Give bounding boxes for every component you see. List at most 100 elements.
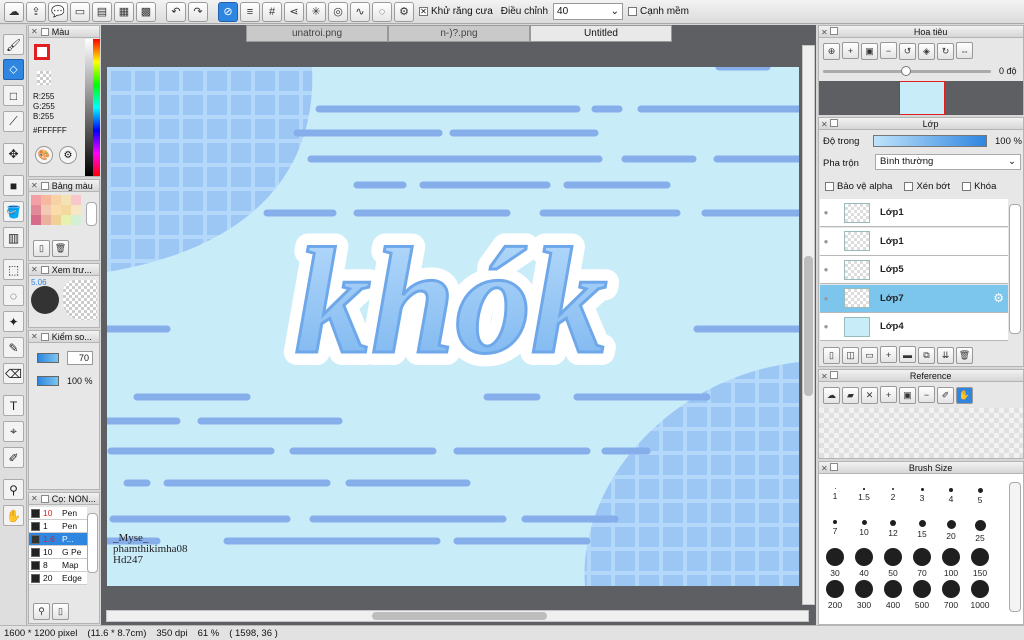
new-swatch-icon[interactable]: ▯ bbox=[33, 240, 50, 257]
zoom-in-icon[interactable]: + bbox=[842, 42, 859, 59]
rectangle-tool-icon[interactable]: □ bbox=[3, 85, 24, 106]
monitor-icon[interactable]: ▭ bbox=[70, 1, 90, 22]
brush-size-option[interactable]: 1.5 bbox=[852, 488, 876, 502]
visibility-dot-icon[interactable]: ● bbox=[820, 265, 832, 274]
layer-row[interactable]: ● Lớp4 bbox=[820, 313, 1008, 342]
snap-ellipse-icon[interactable]: ◌ bbox=[372, 1, 392, 22]
duplicate-layer-icon[interactable]: ⧉ bbox=[918, 346, 935, 364]
eyedropper-tool-icon[interactable]: ✐ bbox=[3, 447, 24, 468]
line-tool-icon[interactable]: ⟋ bbox=[3, 111, 24, 132]
color-swatch[interactable] bbox=[71, 205, 81, 215]
chat-icon[interactable]: 💬 bbox=[48, 1, 68, 22]
layer-settings-gear-icon[interactable]: ⚙ bbox=[993, 291, 1004, 305]
brush-list-item[interactable]: 10 Pen bbox=[29, 507, 87, 520]
swatch-scrollbar[interactable] bbox=[86, 202, 97, 226]
brush-size-option[interactable]: 1 bbox=[823, 488, 847, 501]
blend-mode-dropdown[interactable]: Bình thường ⌄ bbox=[875, 154, 1021, 170]
snap-circle-icon[interactable]: ◎ bbox=[328, 1, 348, 22]
visibility-dot-icon[interactable]: ● bbox=[820, 322, 832, 331]
close-icon[interactable]: ✕ bbox=[821, 372, 828, 381]
brush-size-option[interactable]: 400 bbox=[881, 580, 905, 610]
panel-toggle[interactable] bbox=[40, 332, 49, 341]
protect-alpha-checkbox[interactable]: Bảo vệ alpha bbox=[825, 181, 892, 192]
close-icon[interactable]: ✕ bbox=[31, 332, 38, 341]
brush-tool-icon[interactable]: 🖌 bbox=[3, 34, 24, 55]
close-icon[interactable]: ✕ bbox=[821, 28, 828, 37]
brush-size-option[interactable]: 25 bbox=[968, 520, 992, 543]
soft-edge-checkbox[interactable]: Cạnh mềm bbox=[628, 6, 689, 17]
transparent-color-swatch[interactable] bbox=[37, 71, 51, 85]
palette-icon[interactable]: 🎨 bbox=[35, 146, 53, 164]
brush-size-option[interactable]: 7 bbox=[823, 520, 847, 536]
reference-zoom-in-icon[interactable]: + bbox=[880, 386, 897, 403]
new-brush-icon[interactable]: ▯ bbox=[52, 603, 69, 620]
brush-list-item[interactable]: 1 Pen bbox=[29, 520, 87, 533]
color-swatch[interactable] bbox=[61, 215, 71, 225]
document-tab[interactable]: Untitled bbox=[530, 25, 672, 42]
pipette-tool-icon[interactable]: ⚲ bbox=[3, 479, 24, 500]
color-swatch[interactable] bbox=[41, 205, 51, 215]
gradient-tool-icon[interactable]: ▥ bbox=[3, 227, 24, 248]
panel-toggle[interactable] bbox=[40, 181, 49, 190]
close-icon[interactable]: ✕ bbox=[821, 120, 828, 129]
bucket-tool-icon[interactable]: 🪣 bbox=[3, 201, 24, 222]
reference-canvas[interactable] bbox=[819, 408, 1023, 458]
brush-size-option[interactable]: 5 bbox=[968, 488, 992, 505]
reference-hand-icon[interactable]: ✋ bbox=[956, 386, 973, 404]
visibility-dot-icon[interactable]: ● bbox=[820, 208, 832, 217]
panel-toggle[interactable] bbox=[830, 118, 839, 127]
brush-size-option[interactable]: 50 bbox=[881, 548, 905, 578]
reference-cloud-icon[interactable]: ☁ bbox=[823, 386, 840, 404]
zoom-actual-icon[interactable]: ▣ bbox=[861, 42, 878, 60]
palette-settings-icon[interactable]: ⚙ bbox=[59, 146, 77, 164]
grid-doc-icon[interactable]: ▦ bbox=[114, 1, 134, 22]
move-tool-icon[interactable]: ✥ bbox=[3, 143, 24, 164]
navigator-viewport[interactable] bbox=[899, 81, 945, 115]
panel-toggle[interactable] bbox=[830, 26, 839, 35]
brush-size-option[interactable]: 20 bbox=[939, 520, 963, 541]
delete-swatch-icon[interactable]: 🗑 bbox=[52, 240, 69, 257]
snap-settings-icon[interactable]: ⚙ bbox=[394, 1, 414, 22]
brush-size-option[interactable]: 3 bbox=[910, 488, 934, 503]
reference-eyedropper-icon[interactable]: ✐ bbox=[937, 386, 954, 404]
select-eraser-tool-icon[interactable]: ⌫ bbox=[3, 363, 24, 384]
adjust-dropdown[interactable]: 40 ⌄ bbox=[553, 3, 624, 20]
layer-row[interactable]: ● Lớp1 bbox=[820, 199, 1008, 227]
navigator-preview[interactable] bbox=[819, 81, 1023, 115]
layer-row[interactable]: ● Lớp7 ⚙ bbox=[820, 284, 1008, 313]
reference-open-icon[interactable]: ▰ bbox=[842, 386, 859, 404]
add-layer-menu-icon[interactable]: + bbox=[880, 346, 897, 363]
panel-toggle[interactable] bbox=[40, 265, 49, 274]
layers-grid-icon[interactable]: ▩ bbox=[136, 1, 156, 22]
panel-toggle[interactable] bbox=[40, 27, 49, 36]
brush-size-option[interactable]: 4 bbox=[939, 488, 963, 504]
lasso-tool-icon[interactable]: ◌ bbox=[3, 285, 24, 306]
export-icon[interactable]: ⇪ bbox=[26, 1, 46, 22]
color-swatch[interactable] bbox=[41, 215, 51, 225]
layer-row[interactable]: ● Lớp5 bbox=[820, 256, 1008, 285]
color-swatch[interactable] bbox=[41, 195, 51, 205]
size-input[interactable]: 70 bbox=[67, 351, 93, 365]
brush-list-item[interactable]: 20 Edge bbox=[29, 572, 87, 585]
flip-icon[interactable]: ⇔ bbox=[956, 42, 973, 59]
color-swatch[interactable] bbox=[51, 195, 61, 205]
zoom-fit-icon[interactable]: ⊕ bbox=[823, 42, 840, 60]
merge-layer-icon[interactable]: ⇊ bbox=[937, 346, 954, 364]
brush-size-option[interactable]: 100 bbox=[939, 548, 963, 578]
eraser-tool-icon[interactable]: ⬦ bbox=[3, 59, 24, 80]
rotate-left-icon[interactable]: ↺ bbox=[899, 42, 916, 60]
document-tab[interactable]: unatroi.png bbox=[246, 25, 388, 42]
divide-tool-icon[interactable]: ⌖ bbox=[3, 421, 24, 442]
size-slider[interactable] bbox=[37, 353, 59, 363]
close-icon[interactable]: ✕ bbox=[31, 27, 38, 36]
magic-wand-tool-icon[interactable]: ✦ bbox=[3, 311, 24, 332]
color-swatch[interactable] bbox=[71, 215, 81, 225]
swatch-grid[interactable] bbox=[31, 195, 83, 235]
snap-parallel-icon[interactable]: ≡ bbox=[240, 1, 260, 22]
snap-grid-icon[interactable]: # bbox=[262, 1, 282, 22]
brush-size-option[interactable]: 1000 bbox=[968, 580, 992, 610]
reference-close-icon[interactable]: ✕ bbox=[861, 386, 878, 404]
zoom-out-icon[interactable]: − bbox=[880, 42, 897, 59]
layer-opacity-slider[interactable] bbox=[873, 135, 987, 147]
reference-zoom-out-icon[interactable]: − bbox=[918, 386, 935, 403]
